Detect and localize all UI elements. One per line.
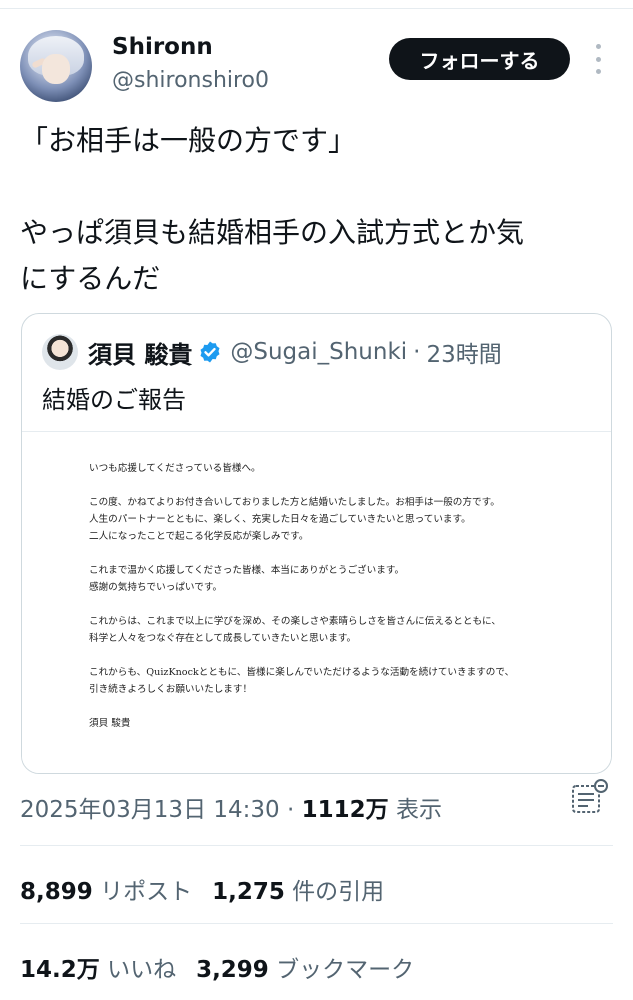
document-line: これからは、これまで以上に学びを深め、その楽しさや素晴らしさを皆さんに伝えるとと…	[89, 616, 501, 627]
follow-button[interactable]: フォローする	[389, 38, 570, 80]
tweet-line: 「お相手は一般の方です」	[20, 124, 357, 157]
tweet-line: やっぱ須貝も結婚相手の入試方式とか気	[20, 216, 525, 249]
document-line: いつも応援してくださっている皆様へ。	[89, 463, 261, 474]
reposts-count: 8,899	[20, 879, 93, 905]
views-count: 1112万	[301, 797, 389, 823]
avatar-face	[42, 54, 70, 84]
tweet-header: Shironn @shironshiro0 フォローする	[20, 30, 613, 106]
quoted-tweet-text: 結婚のご報告	[42, 386, 186, 414]
quoted-author-avatar[interactable]	[42, 334, 78, 370]
tweet-line: にするんだ	[20, 262, 161, 295]
like-bookmark-stats: 14.2万 いいね 3,299 ブックマーク	[20, 950, 414, 984]
quoted-author-name[interactable]: 須貝 駿貴	[88, 335, 192, 370]
more-options-icon[interactable]	[587, 44, 609, 74]
likes-label: いいね	[107, 957, 177, 983]
document-line: これまで温かく応援してくださった皆様、本当にありがとうございます。	[89, 565, 405, 576]
bookmarks-label: ブックマーク	[276, 957, 415, 983]
document-line: 二人になったことで起こる化学反応が楽しみです。	[89, 531, 309, 542]
likes-count: 14.2万	[20, 957, 100, 983]
tweet-text: 「お相手は一般の方です」 やっぱ須貝も結婚相手の入試方式とか気 にするんだ	[20, 118, 613, 302]
author-display-name[interactable]: Shironn	[112, 34, 213, 60]
reposts-stat[interactable]: 8,899 リポスト	[20, 879, 192, 905]
announcement-document: いつも応援してくださっている皆様へ。 この度、かねてよりお付き合いしておりました…	[89, 460, 569, 732]
likes-stat[interactable]: 14.2万 いいね	[20, 957, 176, 983]
document-line: 感謝の気持ちでいっぱいです。	[89, 582, 223, 593]
tweet-timestamp[interactable]: 2025年03月13日 14:30	[20, 797, 280, 823]
quoted-tweet-header: 須貝 駿貴 @Sugai_Shunki · 23時間	[42, 334, 602, 370]
separator-dot: ·	[413, 339, 421, 365]
document-line: 引き続きよろしくお願いいたします！	[89, 684, 253, 695]
views-label: 表示	[395, 797, 442, 823]
quoted-tweet[interactable]: 須貝 駿貴 @Sugai_Shunki · 23時間 結婚のご報告 いつも応援し…	[21, 313, 612, 774]
verified-badge-icon	[200, 341, 220, 363]
stats-divider	[20, 845, 613, 846]
document-line: 人生のパートナーとともに、楽しく、充実した日々を過ごしていきたいと思っています。	[89, 514, 471, 525]
bookmarks-stat[interactable]: 3,299 ブックマーク	[196, 957, 414, 983]
document-line: この度、かねてよりお付き合いしておりました方と結婚いたしました。お相手は一般の方…	[89, 497, 500, 508]
author-handle[interactable]: @shironshiro0	[112, 68, 269, 93]
stats-divider	[20, 923, 613, 924]
quotes-stat[interactable]: 1,275 件の引用	[212, 879, 384, 905]
bookmarks-count: 3,299	[196, 957, 269, 983]
tweet-meta: 2025年03月13日 14:30 · 1112万 表示	[20, 790, 442, 824]
quoted-tweet-time[interactable]: 23時間	[426, 335, 501, 369]
document-line: 科学と人々をつなぐ存在として成長していきたいと思います。	[89, 633, 357, 644]
quoted-tweet-image[interactable]: いつも応援してくださっている皆様へ。 この度、かねてよりお付き合いしておりました…	[22, 431, 611, 773]
quotes-label: 件の引用	[292, 879, 385, 905]
repost-quote-stats: 8,899 リポスト 1,275 件の引用	[20, 872, 384, 906]
community-notes-icon[interactable]	[570, 778, 610, 818]
top-divider	[0, 8, 633, 9]
document-signature: 須貝 駿貴	[89, 718, 131, 729]
reposts-label: リポスト	[100, 879, 193, 905]
document-line: これからも、QuizKnockとともに、皆様に楽しんでいただけるような活動を続け…	[89, 667, 515, 678]
quotes-count: 1,275	[212, 879, 285, 905]
separator-dot: ·	[286, 797, 295, 823]
author-avatar[interactable]	[20, 30, 92, 102]
quoted-author-handle[interactable]: @Sugai_Shunki	[230, 339, 407, 365]
